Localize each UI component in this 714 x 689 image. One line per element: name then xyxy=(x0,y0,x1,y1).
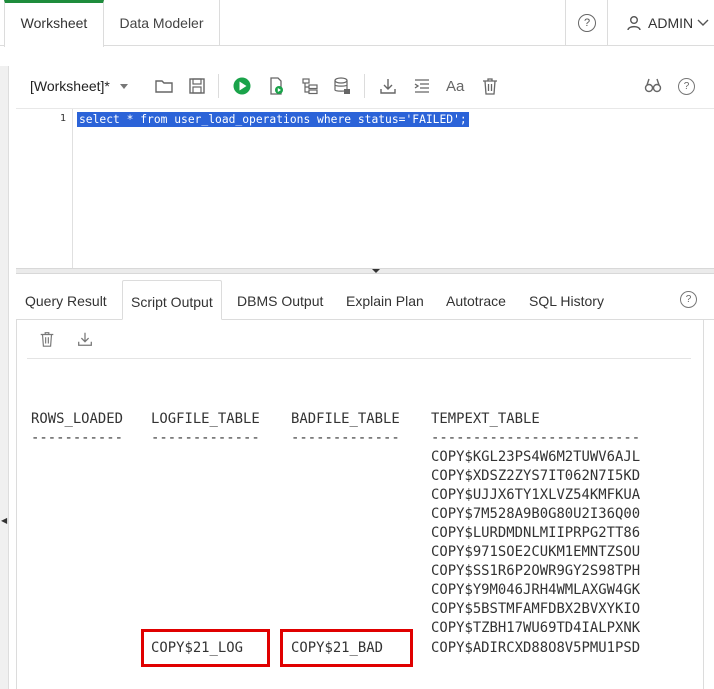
top-bar: Worksheet Data Modeler ? ADMIN xyxy=(0,0,714,47)
line-number: 1 xyxy=(59,113,66,124)
column-header-logfile-table: LOGFILE_TABLE xyxy=(151,411,260,427)
run-script-icon[interactable] xyxy=(266,76,286,96)
open-folder-icon[interactable] xyxy=(154,76,174,96)
tempext-table-row: COPY$971SOE2CUKM1EMNTZSOU xyxy=(431,544,641,560)
sql-editor[interactable]: 1 select * from user_load_operations whe… xyxy=(16,108,714,269)
download-icon[interactable] xyxy=(378,76,398,96)
find-icon[interactable] xyxy=(643,76,663,96)
tab-dbms-output[interactable]: DBMS Output xyxy=(237,280,323,320)
column-underline: ------------- xyxy=(291,430,400,446)
autotrace-icon[interactable] xyxy=(332,76,352,96)
collapse-arrow-icon[interactable]: ◀ xyxy=(1,516,7,525)
tab-query-result[interactable]: Query Result xyxy=(25,280,107,320)
column-underline: ----------- xyxy=(31,430,123,446)
code-line[interactable]: select * from user_load_operations where… xyxy=(77,112,469,127)
tempext-table-row: COPY$TZBH17WU69TD4IALPXNK xyxy=(431,620,641,636)
highlight-box-badfile xyxy=(280,629,413,667)
download-output-icon[interactable] xyxy=(76,330,94,348)
worksheet-selector[interactable]: [Worksheet]* xyxy=(30,78,110,94)
save-icon[interactable] xyxy=(187,76,207,96)
tempext-table-row: COPY$7M528A9B0G80U2I36Q00 xyxy=(431,506,641,522)
left-collapse-strip[interactable]: ◀ xyxy=(0,66,9,689)
column-underline: ------------------------- xyxy=(431,430,641,446)
divider xyxy=(364,74,365,98)
output-tabs: Query Result Script Output DBMS Output E… xyxy=(16,280,714,320)
tempext-table-row: COPY$SS1R6P2OWR9GY2S98TPH xyxy=(431,563,641,579)
tab-data-modeler[interactable]: Data Modeler xyxy=(104,0,220,46)
clear-output-icon[interactable] xyxy=(38,330,56,348)
divider xyxy=(607,0,608,46)
column-underline: ------------- xyxy=(151,430,260,446)
case-icon[interactable]: Aa xyxy=(446,78,466,98)
worksheet-toolbar: [Worksheet]* Aa ? xyxy=(16,66,714,108)
highlight-box-logfile xyxy=(141,629,270,667)
user-menu-label[interactable]: ADMIN xyxy=(648,0,693,46)
tab-worksheet[interactable]: Worksheet xyxy=(4,0,104,47)
tempext-table-row: COPY$LURDMDNLMIIPRPG2TT86 xyxy=(431,525,641,541)
user-icon[interactable] xyxy=(626,15,642,31)
caret-down-icon[interactable] xyxy=(371,269,381,274)
tempext-table-row: COPY$ADIRCXD88O8V5PMU1PSD xyxy=(431,640,641,656)
chevron-down-icon[interactable] xyxy=(697,18,709,28)
caret-down-icon[interactable] xyxy=(119,83,129,91)
divider xyxy=(218,74,219,98)
tempext-table-row: COPY$UJJX6TY1XLVZ54KMFKUA xyxy=(431,487,641,503)
clear-icon[interactable] xyxy=(480,76,500,96)
column-header-badfile-table: BADFILE_TABLE xyxy=(291,411,400,427)
explain-plan-icon[interactable] xyxy=(300,76,320,96)
panel-splitter[interactable] xyxy=(16,268,714,274)
format-icon[interactable] xyxy=(412,76,432,96)
tab-explain-plan[interactable]: Explain Plan xyxy=(346,280,424,320)
help-icon[interactable]: ? xyxy=(578,14,596,32)
tempext-table-row: COPY$XDSZ2ZYS7IT062N7I5KD xyxy=(431,468,641,484)
help-icon[interactable]: ? xyxy=(678,78,695,95)
run-statement-icon[interactable] xyxy=(232,76,252,96)
tab-autotrace[interactable]: Autotrace xyxy=(446,280,506,320)
tempext-table-row: COPY$KGL23PS4W6M2TUWV6AJL xyxy=(431,449,641,465)
tab-script-output[interactable]: Script Output xyxy=(122,280,222,320)
help-icon[interactable]: ? xyxy=(680,291,697,308)
tempext-table-row: COPY$Y9M046JRH4WMLAXGW4GK xyxy=(431,582,641,598)
divider xyxy=(565,0,566,46)
tab-sql-history[interactable]: SQL History xyxy=(529,280,604,320)
column-header-tempext-table: TEMPEXT_TABLE xyxy=(431,411,540,427)
line-number-gutter: 1 xyxy=(16,109,73,269)
tempext-table-row: COPY$5BSTMFAMFDBX2BVXYKIO xyxy=(431,601,641,617)
output-toolbar xyxy=(27,320,691,359)
column-header-rows-loaded: ROWS_LOADED xyxy=(31,411,123,427)
